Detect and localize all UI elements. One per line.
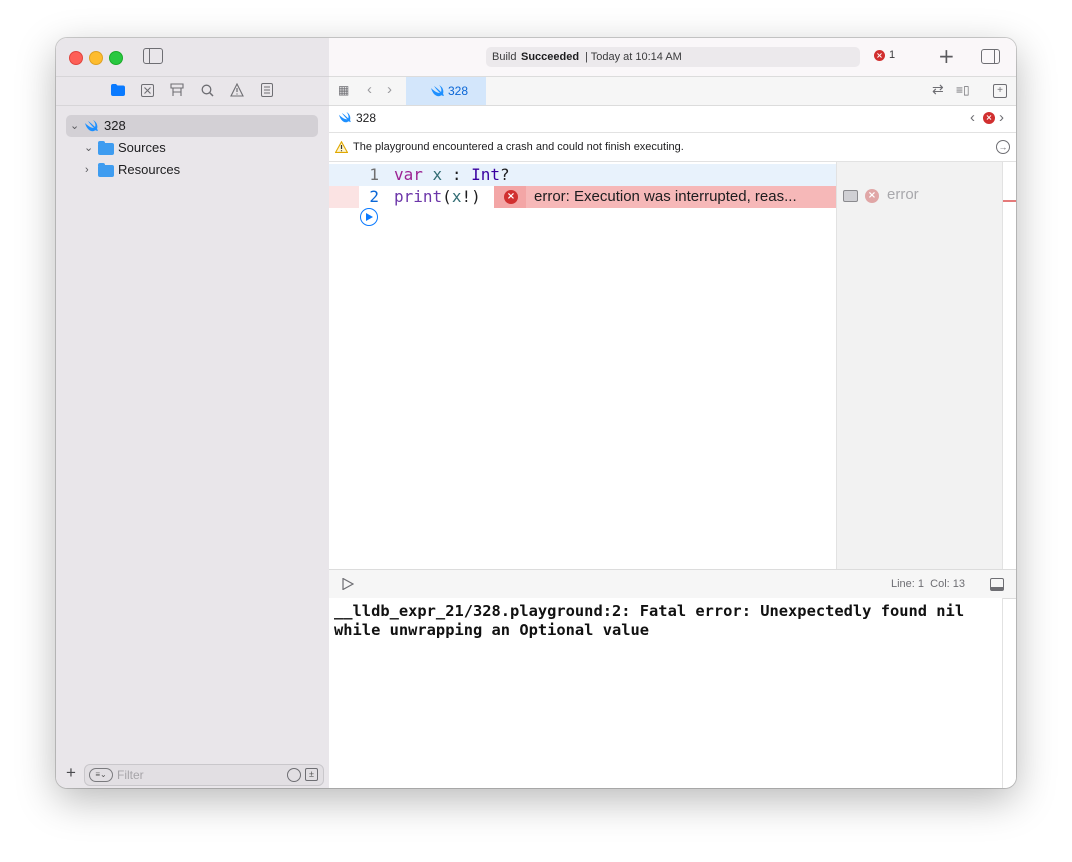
inspector-toggle-icon[interactable]: [981, 49, 1000, 64]
report-navigator-icon[interactable]: [261, 83, 273, 97]
filter-options-icon[interactable]: ≡⌄: [89, 768, 113, 782]
editor-area: Build Succeeded | Today at 10:14 AM × 1 …: [329, 38, 1016, 788]
console-toggle-icon[interactable]: [990, 578, 1004, 591]
tab-label: 328: [448, 84, 469, 98]
status-time: | Today at 10:14 AM: [585, 51, 682, 63]
debug-bar: Line: 1 Col: 13: [329, 569, 1016, 599]
toolbar: Build Succeeded | Today at 10:14 AM × 1 …: [329, 38, 1016, 76]
console-scrollbar[interactable]: [1002, 598, 1016, 788]
minimap-error-marker: [1003, 200, 1016, 202]
previous-issue-icon[interactable]: ‹: [970, 105, 975, 131]
cursor-position: Line: 1 Col: 13: [891, 578, 965, 590]
tree-row-resources[interactable]: › Resources: [66, 159, 318, 181]
inline-error-text: error: Execution was interrupted, reas..…: [534, 188, 797, 205]
play-icon[interactable]: [342, 578, 354, 590]
add-library-button[interactable]: +: [938, 44, 955, 68]
back-icon[interactable]: ‹: [367, 81, 372, 98]
line-number: 1: [369, 165, 379, 184]
debug-console[interactable]: __lldb_expr_21/328.playground:2: Fatal e…: [329, 598, 1002, 788]
add-editor-icon[interactable]: +: [993, 84, 1007, 98]
sidebar-item-label: Resources: [118, 162, 181, 177]
folder-icon: [98, 163, 114, 177]
forward-icon[interactable]: ›: [387, 81, 392, 98]
tree-row-project[interactable]: ⌄ 328: [66, 115, 318, 137]
warning-bar: The playground encountered a crash and c…: [329, 133, 1016, 162]
error-icon: ×: [504, 190, 518, 204]
status-result: Succeeded: [521, 51, 580, 63]
minimize-window-button[interactable]: [89, 51, 103, 65]
find-navigator-icon[interactable]: [201, 84, 214, 97]
filter-bar: + ≡⌄ Filter ±: [56, 760, 329, 788]
chevron-down-icon[interactable]: ⌄: [70, 115, 82, 137]
folder-icon: [98, 141, 114, 155]
grid-icon[interactable]: ▦: [338, 84, 350, 96]
result-error-icon: ×: [865, 189, 879, 203]
code-line[interactable]: 2 print(x!) × error: Execution was inter…: [329, 186, 836, 208]
go-to-icon[interactable]: →: [996, 140, 1010, 154]
chevron-right-icon[interactable]: ›: [85, 159, 97, 181]
editor-options-icon[interactable]: ≡▯: [956, 84, 974, 96]
filter-field[interactable]: ≡⌄ Filter ±: [84, 764, 324, 786]
related-items-icon[interactable]: ⇄: [932, 81, 944, 98]
issue-error-icon[interactable]: ×: [983, 112, 995, 124]
warning-message: The playground encountered a crash and c…: [353, 141, 684, 153]
project-tree: ⌄ 328 ⌄ Sources › Resources: [66, 115, 318, 181]
status-prefix: Build: [492, 51, 517, 63]
warning-icon: [335, 141, 348, 153]
source-control-icon[interactable]: [141, 84, 154, 97]
code-text: var x : Int?: [394, 165, 510, 184]
error-count-icon[interactable]: ×: [874, 50, 885, 61]
run-line-button[interactable]: [360, 208, 378, 226]
navigator-tabs: [56, 76, 329, 106]
symbol-navigator-icon[interactable]: [170, 83, 184, 97]
minimap[interactable]: [1002, 162, 1016, 569]
tree-row-sources[interactable]: ⌄ Sources: [66, 137, 318, 159]
jump-bar-item[interactable]: 328: [356, 105, 376, 131]
chevron-down-icon[interactable]: ⌄: [84, 137, 96, 159]
quick-look-icon[interactable]: [843, 190, 858, 202]
swift-icon: [85, 120, 98, 132]
source-control-filter-icon[interactable]: ±: [305, 768, 318, 781]
results-sidebar: × error: [836, 162, 1003, 569]
error-count[interactable]: 1: [889, 49, 895, 61]
line-number: 2: [369, 187, 379, 206]
sidebar-item-label: Sources: [118, 140, 166, 155]
code-text: print(x!): [394, 187, 481, 206]
jump-bar: 328 ‹ × ›: [329, 105, 1016, 133]
xcode-window: ⌄ 328 ⌄ Sources › Resources + ≡⌄ Filter …: [56, 38, 1016, 788]
issue-navigator-icon[interactable]: [230, 83, 244, 97]
swift-icon: [431, 85, 444, 97]
result-label: error: [887, 186, 919, 203]
code-line[interactable]: 1 var x : Int?: [329, 164, 836, 186]
activity-status: Build Succeeded | Today at 10:14 AM: [486, 47, 860, 67]
navigator-sidebar: ⌄ 328 ⌄ Sources › Resources + ≡⌄ Filter …: [56, 38, 330, 788]
inline-error[interactable]: × error: Execution was interrupted, reas…: [494, 186, 836, 208]
next-issue-icon[interactable]: ›: [999, 105, 1004, 131]
sidebar-toggle-icon[interactable]: [143, 48, 163, 64]
add-button[interactable]: +: [66, 763, 76, 783]
close-window-button[interactable]: [69, 51, 83, 65]
tab-328[interactable]: 328: [406, 77, 486, 105]
folder-navigator-icon[interactable]: [111, 84, 125, 96]
tab-bar: ▦ ‹ › 328 ⇄ ≡▯ +: [329, 76, 1016, 106]
swift-icon: [339, 112, 351, 123]
project-name: 328: [104, 118, 126, 133]
source-editor[interactable]: 1 var x : Int? 2 print(x!) × error: Exec…: [329, 162, 836, 569]
filter-placeholder: Filter: [117, 768, 144, 782]
recent-files-icon[interactable]: [287, 768, 301, 782]
zoom-window-button[interactable]: [109, 51, 123, 65]
console-output: __lldb_expr_21/328.playground:2: Fatal e…: [334, 602, 974, 639]
